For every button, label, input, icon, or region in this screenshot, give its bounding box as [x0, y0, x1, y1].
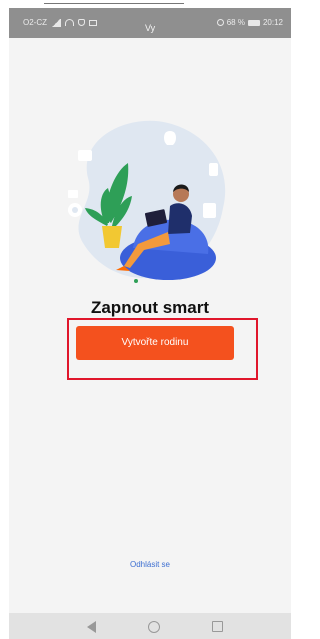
back-icon[interactable]	[87, 621, 96, 633]
chair	[68, 190, 78, 198]
wifi-icon	[65, 19, 74, 26]
smart-home-illustration	[68, 120, 226, 283]
clock: 20:12	[262, 18, 283, 27]
socket-icon	[209, 163, 218, 176]
battery-icon	[247, 19, 260, 26]
signal-icon	[51, 18, 61, 27]
recent-apps-icon[interactable]	[212, 621, 223, 632]
plant-pot	[102, 226, 122, 248]
screenshot-frame: O2-CZ Vy 68 % 20:12 Zapnout smart Vytvoř…	[0, 0, 299, 639]
bulb-icon	[164, 131, 176, 145]
status-bar-left: O2-CZ	[23, 18, 97, 27]
phone-screen: O2-CZ Vy 68 % 20:12 Zapnout smart Vytvoř…	[9, 8, 291, 639]
status-bar: O2-CZ Vy 68 % 20:12	[9, 8, 291, 38]
status-bar-right: 68 % 20:12	[216, 18, 283, 27]
carrier-label: O2-CZ	[23, 18, 47, 27]
navigation-bar	[9, 613, 291, 639]
page-title: Zapnout smart	[90, 298, 210, 317]
battery-percent: 68 %	[226, 18, 245, 27]
device-icon	[203, 203, 216, 218]
divider	[44, 3, 184, 4]
alarm-icon	[216, 19, 224, 26]
indicator-dot	[134, 279, 138, 283]
tablet-icon	[78, 150, 92, 161]
status-center-label: Vy	[145, 23, 156, 33]
home-icon[interactable]	[148, 621, 160, 633]
logout-link[interactable]: Odhlásit se	[9, 560, 291, 569]
shield-icon	[78, 19, 85, 26]
create-family-button[interactable]: Vytvořte rodinu	[76, 326, 234, 360]
mail-icon	[89, 19, 97, 26]
top-edge	[0, 0, 299, 8]
